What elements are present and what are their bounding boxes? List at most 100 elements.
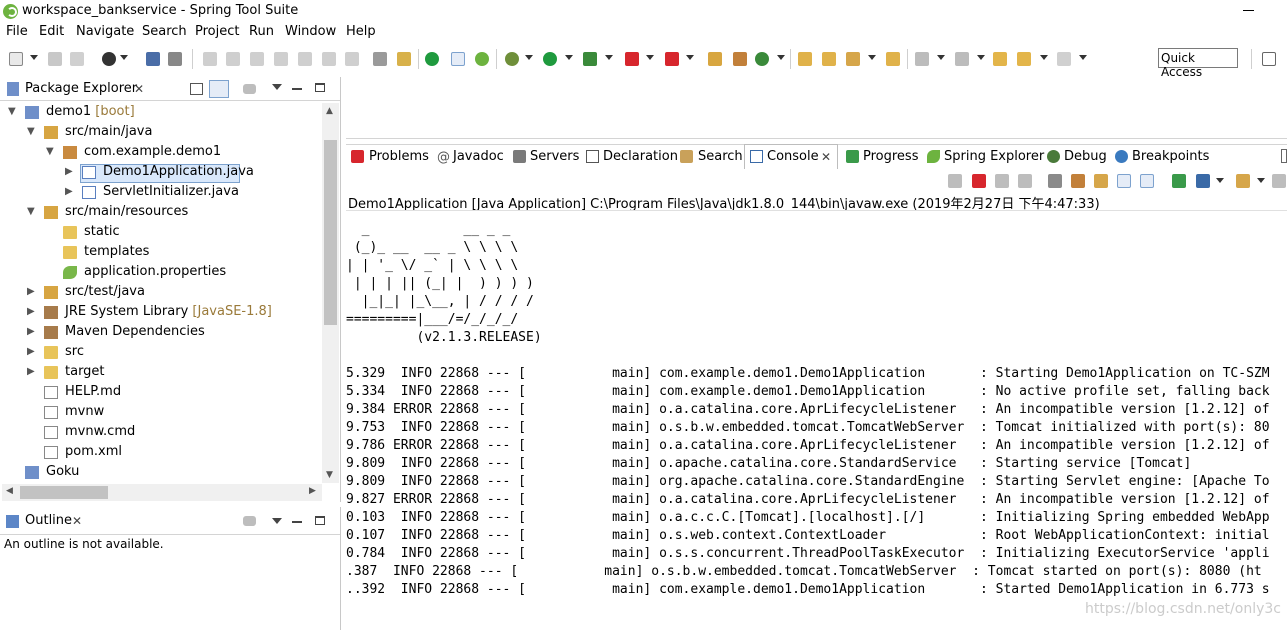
display-console-dropdown-icon[interactable] xyxy=(1216,178,1224,183)
pin-console-icon[interactable] xyxy=(948,174,962,188)
close-icon[interactable]: ✕ xyxy=(134,82,144,96)
run-icon[interactable] xyxy=(543,52,557,66)
menu-project[interactable]: Project xyxy=(195,24,239,39)
last-edit-icon[interactable] xyxy=(993,52,1007,66)
expand-chevron-right-icon[interactable]: ▶ xyxy=(27,306,35,317)
step-return-icon[interactable] xyxy=(298,52,312,66)
task-icon[interactable] xyxy=(397,52,411,66)
open-type-icon[interactable] xyxy=(798,52,812,66)
remove-all-terminated-icon[interactable] xyxy=(1018,174,1032,188)
list-icon[interactable] xyxy=(373,52,387,66)
back-icon[interactable] xyxy=(1017,52,1031,66)
tab-outline[interactable]: Outline xyxy=(25,513,72,528)
step-into-icon[interactable] xyxy=(250,52,264,66)
new-icon[interactable] xyxy=(9,52,23,66)
tab-declaration[interactable]: Declaration xyxy=(603,149,678,164)
stop-icon[interactable] xyxy=(625,52,639,66)
tab-search[interactable]: Search xyxy=(698,149,743,164)
use-step-filters-icon[interactable] xyxy=(345,52,359,66)
show-on-stdout-icon[interactable] xyxy=(1117,174,1131,188)
scroll-up-icon[interactable]: ▲ xyxy=(326,106,333,116)
expand-chevron-right-icon[interactable]: ▶ xyxy=(27,286,35,297)
tab-problems[interactable]: Problems xyxy=(369,149,429,164)
menu-run[interactable]: Run xyxy=(249,24,274,39)
external-tools-icon[interactable] xyxy=(583,52,597,66)
expand-chevron-down-icon[interactable]: ▼ xyxy=(8,106,16,117)
tab-spring-explorer[interactable]: Spring Explorer xyxy=(944,149,1044,164)
previous-annotation-icon[interactable] xyxy=(955,52,969,66)
collapse-all-icon[interactable] xyxy=(190,83,203,95)
search-dropdown-icon[interactable] xyxy=(846,52,860,66)
view-menu-icon[interactable] xyxy=(243,84,256,94)
minimize-view-icon[interactable] xyxy=(292,521,302,523)
forward-icon[interactable] xyxy=(1057,52,1071,66)
profile-dropdown-icon[interactable] xyxy=(120,55,128,60)
close-icon[interactable]: ✕ xyxy=(821,150,831,164)
view-menu-icon[interactable] xyxy=(1281,149,1287,163)
maximize-view-icon[interactable] xyxy=(315,516,325,525)
previous-annotation-dropdown-icon[interactable] xyxy=(977,55,985,60)
menu-help[interactable]: Help xyxy=(346,24,376,39)
external-tools-dropdown-icon[interactable] xyxy=(605,55,613,60)
expand-chevron-down-icon[interactable]: ▼ xyxy=(27,206,35,217)
next-annotation-dropdown-icon[interactable] xyxy=(937,55,945,60)
vertical-scroll-thumb[interactable] xyxy=(324,140,337,325)
scroll-down-icon[interactable]: ▼ xyxy=(326,470,333,480)
tab-servers[interactable]: Servers xyxy=(530,149,579,164)
tab-console[interactable]: Console xyxy=(767,149,819,164)
menu-window[interactable]: Window xyxy=(285,24,336,39)
resume-icon[interactable] xyxy=(203,52,217,66)
minimize-button[interactable] xyxy=(1243,10,1254,11)
profile-icon[interactable] xyxy=(102,52,116,66)
search-menu-dropdown-icon[interactable] xyxy=(868,55,876,60)
expand-chevron-right-icon[interactable]: ▶ xyxy=(27,346,35,357)
tab-javadoc[interactable]: Javadoc xyxy=(453,149,504,164)
open-task-icon[interactable] xyxy=(822,52,836,66)
save-all-icon[interactable] xyxy=(70,52,84,66)
menu-navigate[interactable]: Navigate xyxy=(76,24,134,39)
expand-chevron-down-icon[interactable]: ▼ xyxy=(27,126,35,137)
tab-package-explorer[interactable]: Package Explorer ✕ xyxy=(0,78,155,100)
terminal-icon[interactable] xyxy=(146,52,160,66)
stop-dropdown-icon[interactable] xyxy=(646,55,654,60)
link-with-editor-icon[interactable] xyxy=(209,80,229,98)
tab-debug[interactable]: Debug xyxy=(1064,149,1107,164)
view-menu-dropdown-icon[interactable] xyxy=(272,84,282,90)
quick-access-input[interactable]: Quick Access xyxy=(1158,48,1238,79)
expand-chevron-down-icon[interactable]: ▼ xyxy=(46,146,54,157)
back-dropdown-icon[interactable] xyxy=(1040,55,1048,60)
close-icon[interactable]: ✕ xyxy=(72,514,82,528)
console-output[interactable]: _ __ _ _ (_)_ __ __ _ \ \ \ \ | | '_ \/ _… xyxy=(346,221,1287,630)
console-view-menu-icon[interactable] xyxy=(1272,174,1286,188)
view-menu-icon[interactable] xyxy=(243,516,256,526)
minimize-view-icon[interactable] xyxy=(292,88,302,90)
open-perspective-icon[interactable] xyxy=(1262,52,1276,66)
expand-chevron-right-icon[interactable]: ▶ xyxy=(65,166,73,177)
expand-chevron-right-icon[interactable]: ▶ xyxy=(27,326,35,337)
maximize-view-icon[interactable] xyxy=(315,83,325,92)
expand-chevron-right-icon[interactable]: ▶ xyxy=(65,186,73,197)
view-menu-dropdown-icon[interactable] xyxy=(272,518,282,524)
run-dropdown-icon[interactable] xyxy=(565,55,573,60)
scroll-left-icon[interactable]: ◀ xyxy=(6,486,13,496)
new-class-icon[interactable] xyxy=(733,52,747,66)
new-class-dropdown-icon[interactable] xyxy=(777,55,785,60)
show-on-stderr-icon[interactable] xyxy=(1140,174,1154,188)
menu-file[interactable]: File xyxy=(6,24,28,39)
search-tool-icon[interactable] xyxy=(168,52,182,66)
forward-dropdown-icon[interactable] xyxy=(1079,55,1087,60)
toggle-breadcrumb-icon[interactable] xyxy=(451,52,465,66)
horizontal-scroll-thumb[interactable] xyxy=(20,486,108,499)
new-console-icon[interactable] xyxy=(1236,174,1250,188)
drop-to-frame-icon[interactable] xyxy=(322,52,336,66)
menu-edit[interactable]: Edit xyxy=(39,24,64,39)
tab-breakpoints[interactable]: Breakpoints xyxy=(1132,149,1209,164)
power-icon[interactable] xyxy=(425,52,439,66)
editor-area[interactable] xyxy=(346,76,1287,139)
relaunch-dropdown-icon[interactable] xyxy=(686,55,694,60)
scroll-right-icon[interactable]: ▶ xyxy=(309,486,316,496)
open-console-icon[interactable] xyxy=(1172,174,1186,188)
open-folder-icon[interactable] xyxy=(886,52,900,66)
new-java-class-icon[interactable] xyxy=(755,52,769,66)
suspend-icon[interactable] xyxy=(226,52,240,66)
